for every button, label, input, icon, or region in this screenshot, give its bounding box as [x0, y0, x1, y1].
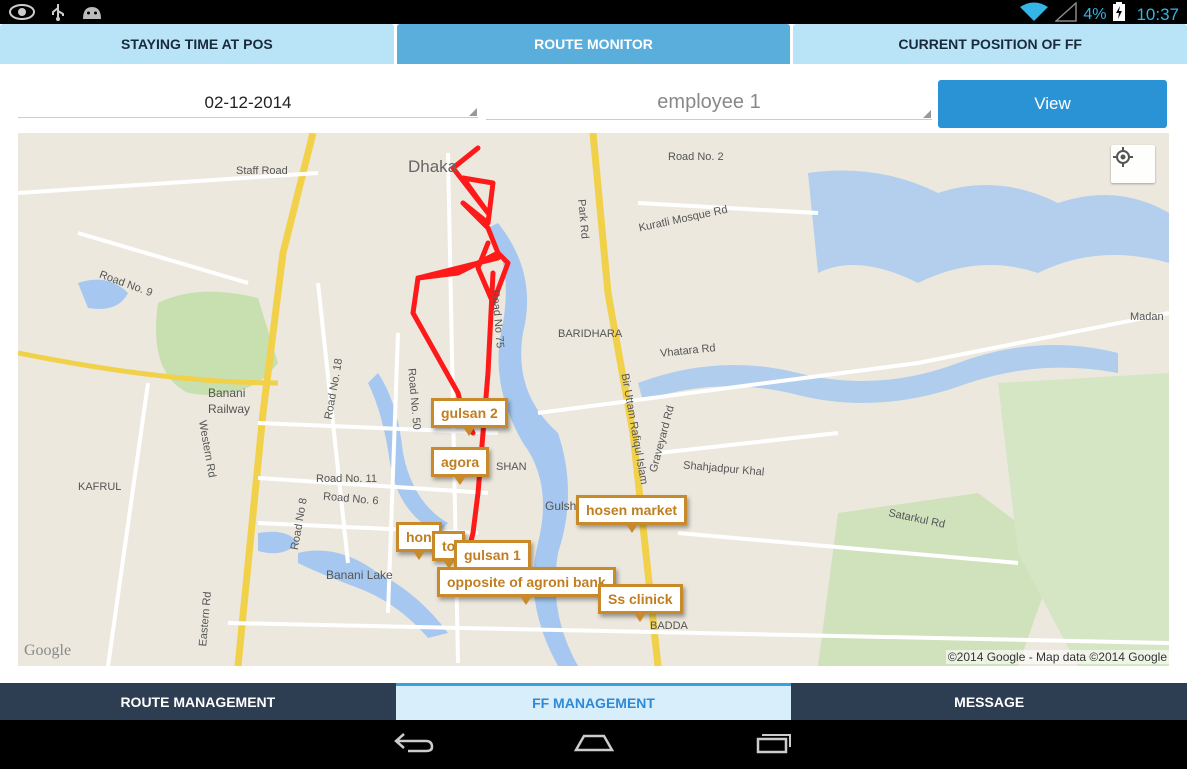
recents-icon	[752, 730, 796, 759]
map-copyright: ©2014 Google - Map data ©2014 Google	[945, 650, 1169, 664]
back-button[interactable]	[384, 725, 444, 765]
android-icon	[80, 3, 104, 26]
map-label-gulshan: Gulsh	[545, 499, 577, 513]
route-marker-gulsan-1[interactable]: gulsan 1	[454, 540, 531, 578]
status-left-icons	[8, 3, 104, 26]
google-logo: Google	[24, 642, 72, 659]
map-label-railway: Railway	[208, 402, 251, 416]
map-label-shan: SHAN	[496, 461, 527, 473]
recents-button[interactable]	[744, 725, 804, 765]
dropdown-corner-icon	[923, 110, 931, 118]
map-label-staff-road: Staff Road	[236, 165, 288, 177]
usb-icon	[50, 3, 66, 26]
home-button[interactable]	[564, 725, 624, 765]
map-label-dhaka: Dhaka	[408, 157, 458, 176]
my-location-button[interactable]	[1111, 145, 1155, 183]
route-marker-hosen-market[interactable]: hosen market	[576, 495, 688, 533]
back-icon	[392, 730, 436, 759]
route-marker-opposite-of-agroni-bank[interactable]: opposite of agroni bank	[437, 567, 616, 605]
filter-controls: 02-12-2014 employee 1 View	[0, 64, 1187, 134]
route-marker-gulsan-2[interactable]: gulsan 2	[431, 398, 508, 436]
home-icon	[572, 730, 616, 759]
map-label-banani-lake: Banani Lake	[326, 568, 393, 582]
employee-value: employee 1	[657, 91, 761, 113]
system-nav-bar	[0, 720, 1187, 769]
map-label-kafrul: KAFRUL	[78, 481, 122, 493]
eye-icon	[8, 3, 36, 26]
tab-route-management[interactable]: ROUTE MANAGEMENT	[0, 683, 396, 720]
dropdown-corner-icon	[469, 108, 477, 116]
tab-ff-management[interactable]: FF MANAGEMENT	[395, 683, 792, 720]
status-bar: 4% 10:37	[0, 0, 1187, 24]
view-button[interactable]: View	[938, 80, 1167, 128]
map-label-madani: Madan	[1130, 311, 1164, 323]
route-map[interactable]: Dhaka Road No. 2 Staff Road Park Rd Kura…	[18, 133, 1169, 666]
bottom-tab-bar: ROUTE MANAGEMENT FF MANAGEMENT MESSAGE	[0, 683, 1187, 720]
map-label-badda: BADDA	[650, 620, 688, 632]
top-tab-bar: STAYING TIME AT POS ROUTE MONITOR CURREN…	[0, 24, 1187, 64]
map-label-banani: Banani	[208, 386, 246, 400]
route-marker-agora[interactable]: agora	[431, 447, 490, 485]
clock: 10:37	[1136, 4, 1179, 24]
tab-staying-time-at-pos[interactable]: STAYING TIME AT POS	[0, 24, 394, 64]
tab-current-position-of-ff[interactable]: CURRENT POSITION OF FF	[793, 24, 1187, 64]
tab-message[interactable]: MESSAGE	[791, 683, 1187, 720]
route-marker-ss-clinick[interactable]: Ss clinick	[598, 584, 683, 622]
battery-percent: 4%	[1083, 5, 1107, 23]
employee-select[interactable]: employee 1	[486, 86, 932, 120]
date-value: 02-12-2014	[204, 92, 292, 112]
date-picker[interactable]: 02-12-2014	[18, 88, 478, 118]
map-label-baridhara: BARIDHARA	[558, 328, 623, 340]
map-label-road-no-11: Road No. 11	[316, 473, 377, 485]
tab-route-monitor[interactable]: ROUTE MONITOR	[396, 24, 791, 64]
map-label-road-no-2: Road No. 2	[668, 151, 724, 163]
